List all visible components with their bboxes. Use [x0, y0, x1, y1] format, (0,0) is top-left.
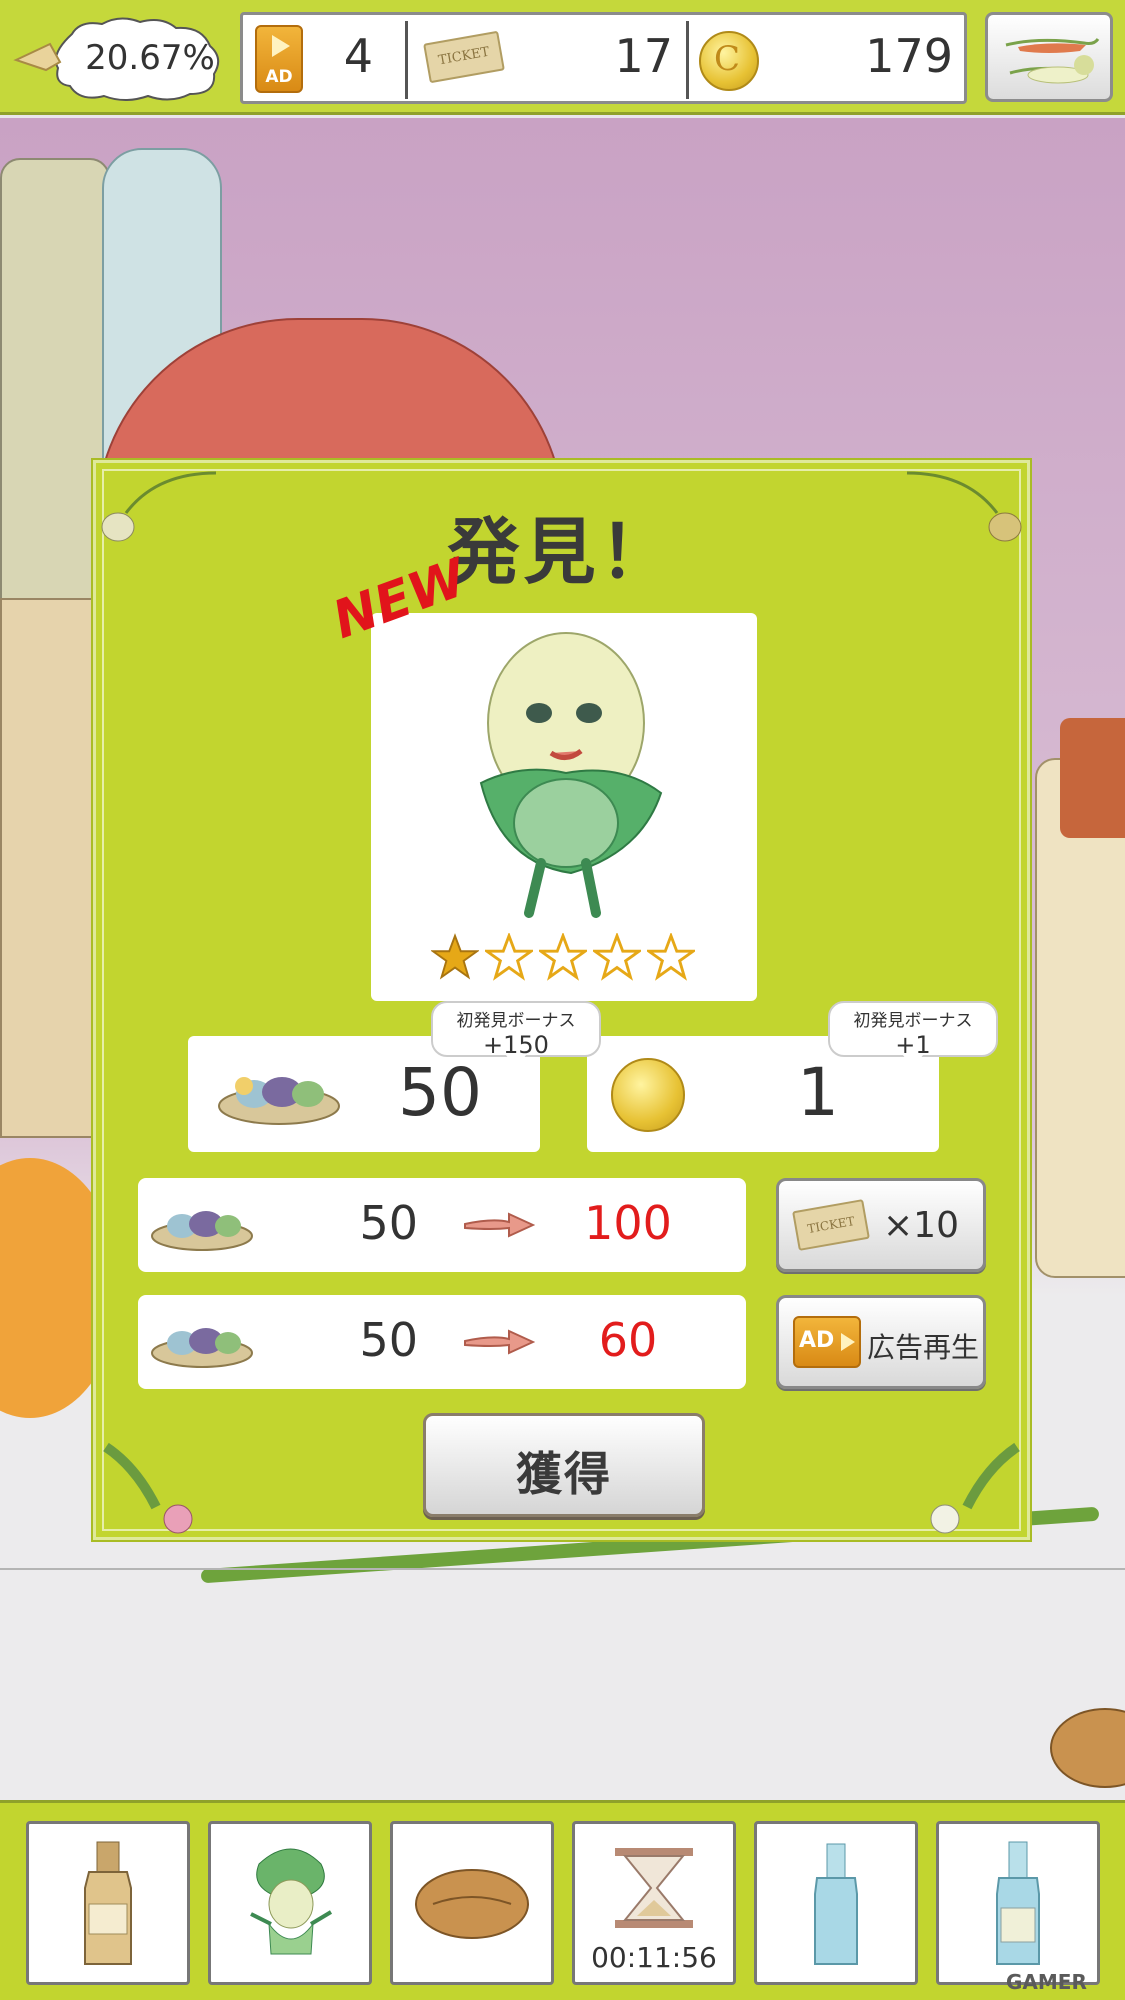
divider	[686, 21, 689, 99]
use-ticket-button[interactable]: TICKET ×10	[776, 1178, 986, 1272]
collection-progress: 20.67%	[10, 14, 225, 102]
ad-trade-row: 50 60	[138, 1295, 746, 1389]
vegetable-fairy-icon	[250, 1848, 333, 1955]
basket-reward-value: 50	[398, 1054, 482, 1131]
trade-from-value: 50	[359, 1196, 418, 1250]
vegetable-basket-icon	[151, 1211, 253, 1251]
bonus-label: 初発見ボーナス	[456, 1011, 576, 1031]
top-bar: 20.67% AD 4 TICKET 17 C 179	[0, 0, 1125, 115]
item-slot-walnut[interactable]	[390, 1821, 554, 1985]
character-card	[371, 613, 757, 1001]
trade-to-value: 60	[598, 1313, 658, 1367]
trade-from-value: 50	[359, 1313, 418, 1367]
item-slot-labeled-bottle[interactable]	[936, 1821, 1100, 1985]
star-empty-icon	[539, 933, 587, 981]
acquire-button[interactable]: 獲得	[423, 1413, 705, 1517]
blue-bottle-icon	[814, 1843, 858, 1965]
divider	[405, 21, 408, 99]
ticket-count: 17	[614, 29, 673, 83]
coin-reward-value: 1	[797, 1054, 839, 1131]
ad-count: 4	[343, 29, 373, 83]
turnip-corner-decoration-icon	[103, 1442, 193, 1534]
vegetable-basket-icon	[151, 1328, 253, 1368]
bonus-label: 初発見ボーナス	[853, 1011, 973, 1031]
ticket-multiplier: ×10	[883, 1205, 959, 1246]
bottle-icon	[84, 1841, 132, 1965]
item-slot-fairy[interactable]	[208, 1821, 372, 1985]
play-ad-button[interactable]: AD 広告再生	[776, 1295, 986, 1389]
walnut-icon	[415, 1869, 529, 1939]
arrow-right-icon	[464, 1329, 535, 1355]
ad-icon: AD	[793, 1316, 861, 1368]
vegetables-icon	[1005, 38, 1100, 84]
item-slot-hourglass[interactable]: 00:11:56	[572, 1821, 736, 1985]
vegetable-basket-icon	[218, 1077, 340, 1125]
arrow-right-icon	[464, 1212, 535, 1238]
dialog-title: 発見！	[447, 510, 676, 594]
coin-icon	[611, 1058, 685, 1132]
ad-token-icon: AD	[255, 25, 303, 93]
star-empty-icon	[485, 933, 533, 981]
trade-to-value: 100	[584, 1196, 672, 1250]
cabbage-fairy-icon	[479, 632, 663, 918]
progress-percent: 20.67%	[85, 38, 215, 78]
ticket-icon: TICKET	[423, 30, 505, 84]
item-slot-blue-bottle[interactable]	[754, 1821, 918, 1985]
hourglass-timer: 00:11:56	[591, 1941, 717, 1974]
resource-panel: AD 4 TICKET 17 C 179	[240, 12, 967, 104]
first-discovery-bonus-bubble: 初発見ボーナス +150	[431, 1001, 601, 1069]
discovery-dialog: 発見！ NEW 50 1 初発見ボーナス +150 初発見ボーナス +1 50 …	[93, 460, 1030, 1540]
coin-icon: C	[699, 31, 759, 91]
hourglass-icon	[615, 1848, 693, 1928]
coin-count: 179	[865, 29, 953, 83]
ticket-trade-row: 50 100	[138, 1178, 746, 1272]
bonus-value: +1	[895, 1031, 931, 1059]
star-filled-icon	[431, 933, 479, 980]
vegetable-menu-button[interactable]	[985, 12, 1113, 102]
labeled-bottle-icon	[996, 1841, 1040, 1965]
play-ad-label: 広告再生	[867, 1331, 980, 1364]
ticket-icon: TICKET	[792, 1199, 870, 1251]
watermark: GAMER	[1006, 1970, 1087, 1994]
bottom-item-bar: 00:11:56	[0, 1800, 1125, 2000]
acquire-label: 獲得	[516, 1447, 612, 1501]
star-empty-icon	[647, 933, 695, 981]
rarity-stars	[431, 933, 701, 983]
star-empty-icon	[593, 933, 641, 981]
item-slot-bottle[interactable]	[26, 1821, 190, 1985]
first-discovery-bonus-bubble: 初発見ボーナス +1	[828, 1001, 998, 1069]
bonus-value: +150	[483, 1031, 549, 1059]
turnip-corner-decoration-icon	[930, 1442, 1020, 1534]
